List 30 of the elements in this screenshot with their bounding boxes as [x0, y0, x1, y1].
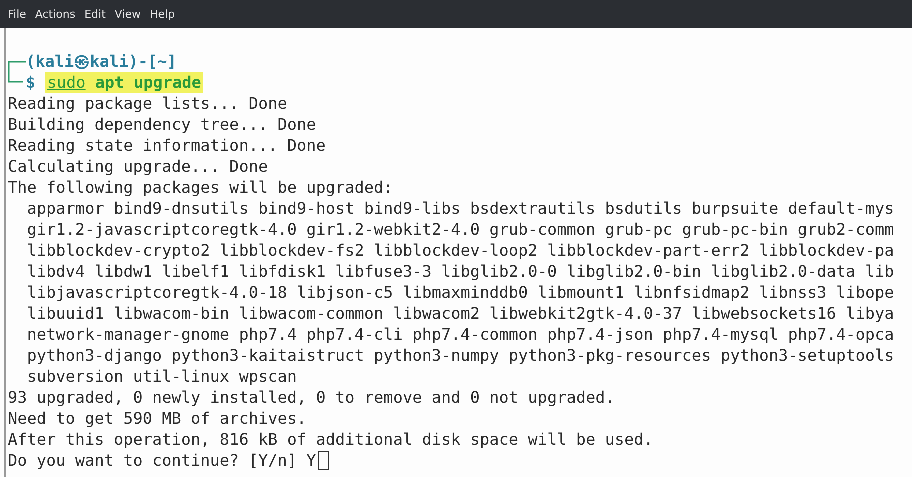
prompt-sign: $	[26, 72, 36, 93]
output-line: libblockdev-crypto2 libblockdev-fs2 libblockdev-loop2 libblockdev-part-err2 libblockdev-pa	[26, 240, 896, 261]
menu-item[interactable]: Actions	[35, 8, 76, 20]
prompt-question: Do you want to continue? [Y/n]	[8, 450, 297, 471]
output-line: apparmor bind9-dnsutils bind9-host bind9-libs bsdextrautils bsdutils burpsuite default-mys	[26, 198, 896, 219]
menu-item[interactable]: Edit	[84, 8, 106, 20]
prompt-bracket-drawing	[8, 61, 26, 72]
prompt-text: (kali㉿kali)-[~]	[26, 51, 177, 72]
output-line: After this operation, 816 kB of additional disk space will be used.	[8, 429, 654, 450]
output-line: subversion util-linux wpscan	[26, 366, 298, 387]
output-line: 93 upgraded, 0 newly installed, 0 to remove and 0 not upgraded.	[8, 387, 616, 408]
output-line: Building dependency tree... Done	[8, 114, 318, 135]
cursor-icon	[318, 451, 330, 470]
output-line: Need to get 590 MB of archives.	[8, 408, 308, 429]
output-line: python3-django python3-kaitaistruct python3-numpy python3-pkg-resources python3-setuptools	[26, 345, 896, 366]
output-line: libdv4 libdw1 libelf1 libfdisk1 libfuse3-3 libglib2.0-0 libglib2.0-bin libglib2.0-data lib	[26, 261, 896, 282]
prompt-bracket-drawing	[8, 72, 23, 83]
answer-text: Y	[306, 450, 316, 471]
output-line: The following packages will be upgraded:	[8, 177, 394, 198]
output-line: gir1.2-javascriptcoregtk-4.0 gir1.2-webkit2-4.0 grub-common grub-pc grub-pc-bin grub2-comm	[26, 219, 896, 240]
menu-item[interactable]: File	[8, 8, 26, 20]
command-text: sudo apt upgrade	[45, 72, 204, 93]
output-line: libuuid1 libwacom-bin libwacom-common libwacom2 libwebkit2gtk-4.0-37 libwebsockets16 libya	[26, 303, 896, 324]
output-line: Reading state information... Done	[8, 135, 327, 156]
menu-item[interactable]: Help	[150, 8, 176, 20]
output-line: libjavascriptcoregtk-4.0-18 libjson-c5 libmaxminddb0 libmount1 libnfsidmap2 libnss3 libope	[26, 282, 896, 303]
menu-item[interactable]: View	[114, 8, 142, 20]
output-line: network-manager-gnome php7.4 php7.4-cli php7.4-common php7.4-json php7.4-mysql php7.4-opca	[26, 324, 896, 345]
output-line: Reading package lists... Done	[8, 93, 288, 114]
output-line: Calculating upgrade... Done	[8, 156, 270, 177]
